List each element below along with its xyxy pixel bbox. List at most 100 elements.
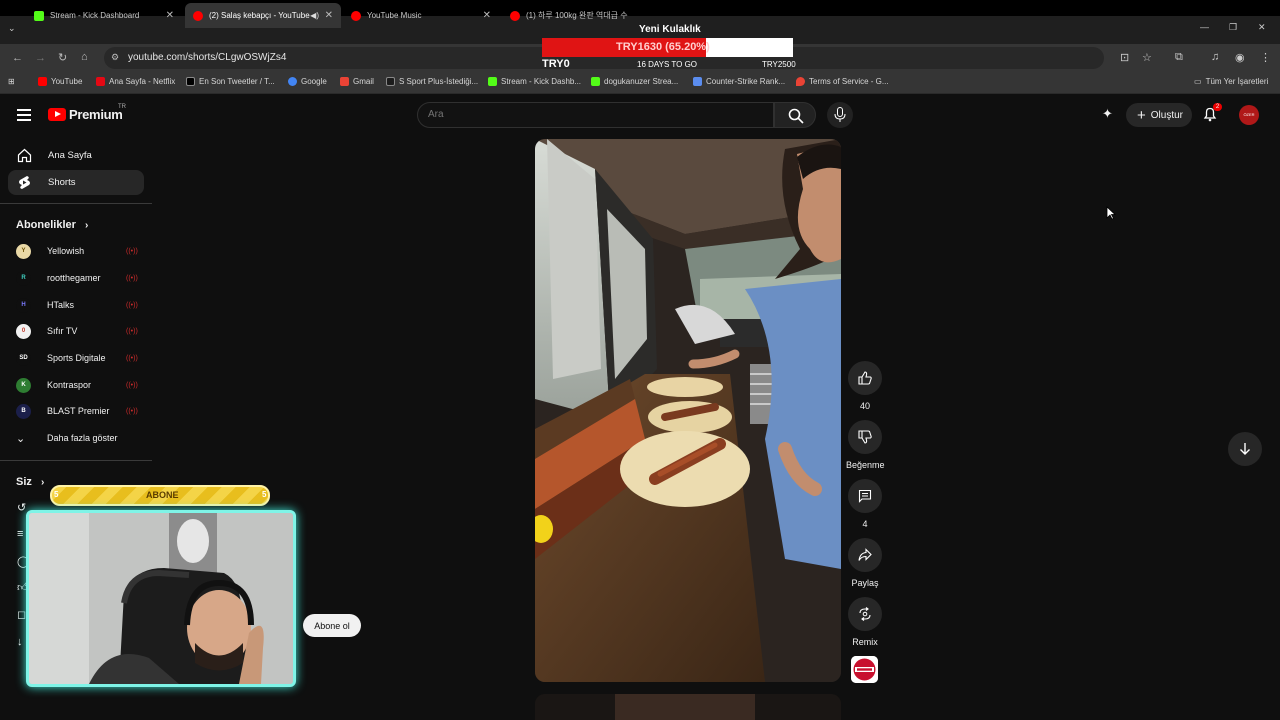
subscription-item[interactable]: Rrootthegamer ((•)) <box>16 267 144 289</box>
home-icon[interactable]: ⌂ <box>81 51 88 63</box>
channel-avatar: B <box>16 403 31 419</box>
comment-count: 4 <box>862 519 868 529</box>
next-short-preview[interactable] <box>535 694 841 720</box>
maximize-icon[interactable]: ❐ <box>1229 22 1237 33</box>
subscriber-goal-label: ABONE <box>146 490 179 500</box>
all-bookmarks[interactable]: ▭ Tüm Yer İşaretleri <box>1194 77 1268 86</box>
back-icon[interactable]: ← <box>12 52 23 64</box>
history-icon[interactable]: ↺ <box>17 501 26 514</box>
sidebar-divider <box>0 460 152 461</box>
next-short-button[interactable] <box>1228 432 1262 466</box>
share-action[interactable]: Paylaş <box>846 538 884 588</box>
chromecast-icon[interactable]: ✦ <box>1102 106 1113 122</box>
bookmark-label: En Son Tweetler / T... <box>199 77 275 86</box>
media-control-icon[interactable]: ♫ <box>1211 51 1219 63</box>
search-button[interactable] <box>774 102 816 128</box>
subscription-name: Sports Digitale <box>47 353 106 363</box>
tab-youtube-music[interactable]: YouTube Music ✕ <box>343 3 499 28</box>
bookmark-cs-rank[interactable]: Counter-Strike Rank... <box>693 77 785 86</box>
folder-icon: ▭ <box>1194 77 1202 86</box>
search-box[interactable] <box>417 102 774 128</box>
tab-close-icon[interactable]: ✕ <box>325 10 333 21</box>
live-icon: ((•)) <box>126 407 138 415</box>
tab-youtube-short[interactable]: (2) Salaş kebapçı - YouTube ◀) ✕ <box>185 3 341 28</box>
you-title: Siz <box>16 476 32 488</box>
watch-later-icon[interactable]: ◻ <box>17 608 26 621</box>
reload-icon[interactable]: ↻ <box>58 51 67 64</box>
bookmark-google[interactable]: Google <box>288 77 327 86</box>
bookmark-twitter[interactable]: En Son Tweetler / T... <box>186 77 275 86</box>
minimize-icon[interactable]: — <box>1200 22 1209 32</box>
bookmark-kick-dashboard[interactable]: Stream - Kick Dashb... <box>488 77 581 86</box>
audio-icon[interactable]: ◀) <box>310 11 319 20</box>
remix-icon <box>859 607 871 621</box>
show-more-button[interactable]: ⌄ Daha fazla göster <box>16 427 144 449</box>
subscription-item[interactable]: K Kontraspor ((•)) <box>16 374 144 396</box>
youtube-favicon-icon <box>38 77 47 86</box>
downloads-icon[interactable]: ↓ <box>17 636 23 648</box>
channel-avatar: K <box>16 377 31 393</box>
tab-search-icon[interactable]: ⌄ <box>8 23 16 34</box>
subscriptions-title: Abonelikler <box>16 219 76 231</box>
bookmark-ssport[interactable]: S Sport Plus-İstediği... <box>386 77 478 86</box>
dislike-button[interactable] <box>848 420 882 454</box>
tab-close-icon[interactable]: ✕ <box>483 10 491 21</box>
short-video-player[interactable] <box>535 139 841 682</box>
ssport-favicon-icon <box>386 77 395 86</box>
youtube-music-favicon-icon <box>351 10 361 21</box>
chevron-down-icon: ⌄ <box>16 432 26 445</box>
youtube-premium-logo[interactable]: Premium TR <box>48 104 126 122</box>
extensions-icon[interactable]: ⧉ <box>1175 51 1183 64</box>
bookmark-star-icon[interactable]: ☆ <box>1142 51 1152 64</box>
x-favicon-icon <box>186 77 195 86</box>
menu-dots-icon[interactable]: ⋮ <box>1260 51 1271 64</box>
bookmark-kick-stream[interactable]: dogukanuzer Strea... <box>591 77 678 86</box>
menu-icon[interactable] <box>17 109 31 124</box>
window-close-icon[interactable]: ✕ <box>1258 22 1266 33</box>
voice-search-button[interactable] <box>827 102 853 128</box>
like-action[interactable]: 40 <box>846 361 884 411</box>
site-info-icon[interactable]: ⚙ <box>111 52 119 63</box>
bookmark-gmail[interactable]: Gmail <box>340 77 374 86</box>
channel-avatar: R <box>16 270 31 286</box>
tab-kick-dashboard[interactable]: Stream - Kick Dashboard ✕ <box>26 3 182 28</box>
profile-icon[interactable]: ◉ <box>1235 51 1245 64</box>
bookmark-label: Ana Sayfa - Netflix <box>109 77 176 86</box>
tab-korean-video[interactable]: (1) 하루 100kg 완판 역대급 수 <box>502 3 642 28</box>
sidebar-item-home[interactable]: Ana Sayfa <box>8 143 144 168</box>
subscription-item[interactable]: SD Sports Digitale ((•)) <box>16 347 144 369</box>
playlists-icon[interactable]: ≡ <box>17 528 23 540</box>
sidebar-item-shorts[interactable]: Shorts <box>8 170 144 195</box>
remix-button[interactable] <box>848 597 882 631</box>
subscription-name: Yellowish <box>47 246 85 256</box>
install-icon[interactable]: ⊡ <box>1120 51 1129 64</box>
share-button[interactable] <box>848 538 882 572</box>
tab-title: YouTube Music <box>367 11 422 20</box>
subscription-item[interactable]: Y Yellowish ((•)) <box>16 240 144 262</box>
subscription-item[interactable]: 0 Sıfır TV ((•)) <box>16 320 144 342</box>
url-text[interactable]: youtube.com/shorts/CLgwOSWjZs4 <box>128 52 286 63</box>
bookmark-label: Tüm Yer İşaretleri <box>1205 77 1269 86</box>
you-heading[interactable]: Siz › <box>16 476 44 488</box>
bookmark-youtube[interactable]: YouTube <box>38 77 82 86</box>
remix-action[interactable]: Remix <box>846 597 884 647</box>
subscription-item[interactable]: H HTalks ((•)) <box>16 294 144 316</box>
search-input[interactable] <box>428 109 748 120</box>
apps-icon[interactable]: ⊞ <box>8 77 15 86</box>
subscription-item[interactable]: B BLAST Premier ((•)) <box>16 400 144 422</box>
create-button[interactable]: + Oluştur <box>1126 103 1192 127</box>
channel-thumbnail[interactable] <box>851 656 878 683</box>
subscriptions-heading[interactable]: Abonelikler › <box>16 219 88 231</box>
shorts-icon <box>16 175 32 191</box>
like-button[interactable] <box>848 361 882 395</box>
tab-close-icon[interactable]: ✕ <box>166 10 174 21</box>
kick-favicon-icon <box>34 10 44 21</box>
account-avatar[interactable]: ÖZER <box>1239 105 1259 125</box>
bookmark-netflix[interactable]: Ana Sayfa - Netflix <box>96 77 175 86</box>
dislike-action[interactable]: Beğenme <box>846 420 885 470</box>
channel-avatar: SD <box>16 350 31 366</box>
comments-button[interactable] <box>848 479 882 513</box>
comments-action[interactable]: 4 <box>846 479 884 529</box>
forward-icon[interactable]: → <box>35 52 46 64</box>
bookmark-terms[interactable]: Terms of Service - G... <box>796 77 889 86</box>
